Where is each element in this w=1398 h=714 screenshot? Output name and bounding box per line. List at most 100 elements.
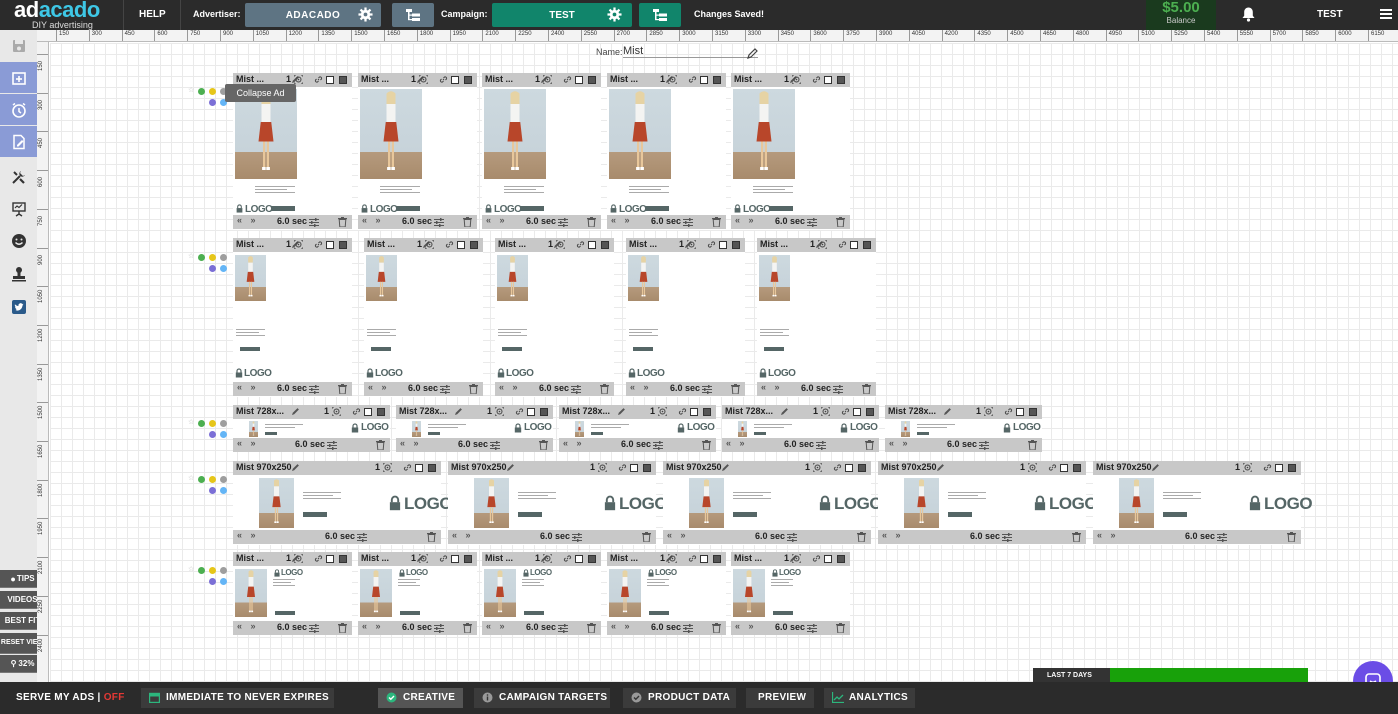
checkbox[interactable] [364,408,372,416]
arrows-icon[interactable]: « » [362,215,384,225]
arrows-icon[interactable]: « » [1097,530,1119,540]
target-icon[interactable] [419,554,428,563]
stats-bar[interactable]: LAST 7 DAYS [1033,668,1308,682]
ad-header[interactable]: Mist 728x... 1 [559,405,716,419]
ad-name[interactable]: Mist 728x... [562,406,610,416]
duration[interactable]: 6.0 sec [540,531,570,541]
checkbox[interactable] [1275,464,1283,472]
ad-header[interactable]: Mist 970x250 1 [878,461,1086,475]
link-icon[interactable] [812,75,821,84]
link-icon[interactable] [576,240,585,249]
checkbox[interactable] [719,241,727,249]
balance-widget[interactable]: $5.00 Balance [1146,0,1216,30]
link-icon[interactable] [445,240,454,249]
duration[interactable]: 6.0 sec [325,531,355,541]
ad-header[interactable]: Mist ... 1 [364,238,483,252]
ad-header[interactable]: Mist ... 1 [358,73,477,87]
target-icon[interactable] [294,240,303,249]
info-circle-icon[interactable] [220,487,227,494]
ad-name[interactable]: Mist 728x... [888,406,936,416]
target-icon[interactable] [419,75,428,84]
trash-icon[interactable] [376,440,385,450]
duration[interactable]: 6.0 sec [277,216,307,226]
ad-creative[interactable]: LOGO [733,567,801,621]
ad-creative[interactable]: LOGO [235,567,303,621]
copy-circle-icon[interactable] [209,431,216,438]
ad-creative[interactable]: LOGO [234,254,272,380]
ad-name[interactable]: Mist ... [734,74,762,84]
sliders-icon[interactable] [787,533,797,542]
ad-card[interactable]: Mist ... 1 LOGO « » 6.0 sec [607,73,726,230]
trash-icon[interactable] [862,384,871,394]
ad-name[interactable]: Mist ... [367,239,395,249]
bell-icon[interactable] [1242,7,1255,22]
checkbox[interactable] [588,241,596,249]
pencil-icon[interactable] [780,407,789,416]
color-swatch[interactable] [703,408,711,416]
ad-card[interactable]: Mist 970x250 1 LOGO « » 6.0 sec [878,461,1098,545]
color-swatch[interactable] [540,408,548,416]
presentation-icon[interactable] [0,193,37,224]
trash-icon[interactable] [712,623,721,633]
copy-circle-icon[interactable] [209,99,216,106]
ad-card[interactable]: Mist 728x... 1 LOGO « » 6.0 sec [559,405,716,452]
ad-header[interactable]: Mist ... 1 [358,552,477,566]
ad-name[interactable]: Mist ... [361,553,389,563]
checkbox[interactable] [824,76,832,84]
pencil-icon[interactable] [506,463,515,472]
checkbox[interactable] [415,464,423,472]
duration[interactable]: 6.0 sec [775,216,805,226]
ad-header[interactable]: Mist 728x... 1 [722,405,879,419]
ad-header[interactable]: Mist 970x250 1 [663,461,871,475]
ad-card[interactable]: Mist 970x250 1 LOGO « » 6.0 sec [1093,461,1313,545]
ad-name[interactable]: Mist ... [361,74,389,84]
target-icon[interactable] [598,463,607,472]
target-icon[interactable] [556,240,565,249]
ad-name[interactable]: Mist 970x250 [236,462,292,472]
link-icon[interactable] [838,240,847,249]
ad-creative[interactable]: LOGO [408,420,553,438]
checkbox[interactable] [326,76,334,84]
ad-header[interactable]: Mist ... 1 [233,552,352,566]
ad-header[interactable]: Mist 970x250 1 [233,461,441,475]
color-swatch[interactable] [713,555,721,563]
duration[interactable]: 6.0 sec [277,383,307,393]
ad-header[interactable]: Mist ... 1 [495,238,614,252]
trash-icon[interactable] [463,217,472,227]
target-icon[interactable] [332,407,341,416]
ad-card[interactable]: Mist ... 1 LOGO « » 6.0 sec [626,238,745,397]
color-swatch[interactable] [339,555,347,563]
ad-card[interactable]: Mist ... 1 LOGO « » 6.0 sec [607,552,726,635]
sliders-icon[interactable] [702,385,712,394]
color-swatch[interactable] [470,241,478,249]
ad-header[interactable]: Mist ... 1 [757,238,876,252]
color-swatch[interactable] [643,464,651,472]
ad-card[interactable]: Mist 970x250 1 LOGO « » 6.0 sec [663,461,883,545]
ad-creative[interactable]: LOGO [897,420,1042,438]
star-icon[interactable]: ☆ [188,474,194,482]
checkbox[interactable] [700,76,708,84]
ad-card[interactable]: Mist 728x... 1 LOGO « » 6.0 sec [233,405,390,452]
name-input[interactable]: Mist [623,45,758,58]
ad-creative[interactable]: LOGO [360,567,428,621]
remove-circle-icon[interactable] [220,420,227,427]
ad-creative[interactable]: LOGO [758,254,796,380]
duration[interactable]: 6.0 sec [539,383,569,393]
ad-name[interactable]: Mist ... [610,553,638,563]
trash-icon[interactable] [712,217,721,227]
add-ad-icon[interactable] [0,62,37,93]
copy-circle-icon[interactable] [209,265,216,272]
color-swatch[interactable] [1029,408,1037,416]
help-link[interactable]: HELP [139,9,166,20]
target-icon[interactable] [984,407,993,416]
trash-icon[interactable] [642,532,651,542]
arrows-icon[interactable]: « » [362,621,384,631]
trash-icon[interactable] [600,384,609,394]
ad-name[interactable]: Mist 970x250 [881,462,937,472]
ad-header[interactable]: Mist ... 1 [482,552,601,566]
info-circle-icon[interactable] [220,431,227,438]
arrows-icon[interactable]: « » [630,382,652,392]
duration[interactable]: 6.0 sec [526,216,556,226]
sliders-icon[interactable] [683,624,693,633]
ad-creative[interactable]: LOGO [733,89,795,215]
